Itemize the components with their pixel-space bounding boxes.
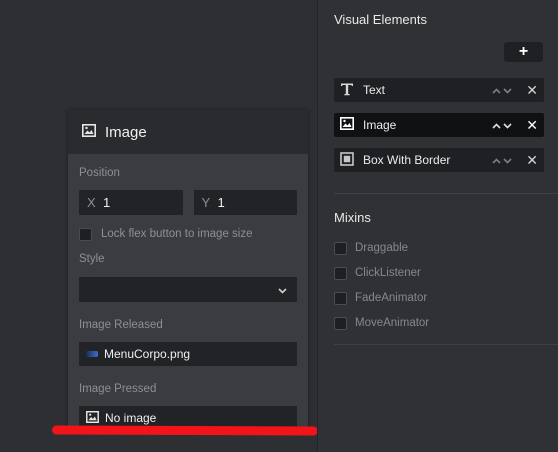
mixin-label: MoveAnimator	[355, 317, 430, 329]
move-down-icon[interactable]	[503, 118, 512, 132]
y-axis-label: Y	[201, 195, 211, 210]
image-icon	[82, 124, 96, 140]
move-up-icon[interactable]	[492, 118, 501, 132]
panel-header: Image	[68, 110, 308, 154]
lock-flex-label: Lock flex button to image size	[101, 228, 253, 240]
lock-flex-option[interactable]: Lock flex button to image size	[79, 226, 297, 242]
panel-title: Image	[105, 123, 147, 141]
element-label: Box With Border	[363, 153, 451, 167]
mixin-clicklistener[interactable]: ClickListener	[334, 265, 421, 281]
x-axis-label: X	[87, 195, 96, 210]
mixin-label: ClickListener	[355, 267, 421, 279]
mixins-title: Mixins	[334, 210, 371, 225]
x-position-input[interactable]: X 1	[79, 190, 183, 215]
element-row-box-with-border[interactable]: Box With Border ✕	[334, 148, 544, 172]
element-row-text[interactable]: Text ✕	[334, 78, 544, 102]
right-sidebar: Visual Elements + Text ✕ Image ✕ Box Wit…	[317, 0, 558, 452]
move-down-icon[interactable]	[503, 153, 512, 167]
image-pressed-label: Image Pressed	[79, 383, 157, 395]
close-icon[interactable]: ✕	[526, 118, 538, 132]
image-properties-panel: Image Position X 1 Y 1 Lock flex button …	[68, 110, 308, 430]
mixin-label: Draggable	[355, 242, 409, 254]
section-divider	[334, 344, 558, 345]
image-released-filename: MenuCorpo.png	[104, 347, 191, 361]
text-icon	[340, 82, 354, 99]
annotation-red-underline	[51, 425, 319, 436]
lock-flex-checkbox[interactable]	[79, 227, 92, 241]
image-released-label: Image Released	[79, 319, 163, 331]
image-pressed-value: No image	[105, 411, 157, 425]
chevron-down-icon	[278, 283, 287, 297]
y-value: 1	[217, 195, 225, 210]
mixin-checkbox[interactable]	[334, 316, 347, 330]
close-icon[interactable]: ✕	[526, 83, 538, 97]
style-select[interactable]	[79, 277, 297, 302]
style-label: Style	[79, 253, 105, 265]
close-icon[interactable]: ✕	[526, 153, 538, 167]
image-thumbnail-icon	[86, 351, 98, 357]
mixin-fadeanimator[interactable]: FadeAnimator	[334, 290, 427, 306]
x-value: 1	[103, 195, 111, 210]
element-label: Image	[363, 118, 397, 132]
mixin-draggable[interactable]: Draggable	[334, 240, 408, 256]
mixin-moveanimator[interactable]: MoveAnimator	[334, 315, 429, 331]
visual-elements-title: Visual Elements	[334, 12, 427, 27]
mixin-checkbox[interactable]	[334, 291, 347, 305]
move-up-icon[interactable]	[492, 153, 501, 167]
move-down-icon[interactable]	[503, 83, 512, 97]
box-with-border-icon	[340, 151, 354, 169]
mixin-checkbox[interactable]	[334, 241, 347, 255]
image-icon	[86, 410, 99, 426]
section-divider	[334, 193, 558, 194]
move-up-icon[interactable]	[492, 83, 501, 97]
y-position-input[interactable]: Y 1	[193, 190, 297, 215]
element-row-image[interactable]: Image ✕	[334, 113, 544, 137]
mixin-checkbox[interactable]	[334, 266, 347, 280]
element-label: Text	[363, 83, 386, 97]
position-label: Position	[79, 167, 120, 179]
mixin-label: FadeAnimator	[355, 292, 428, 304]
add-element-button[interactable]: +	[504, 42, 543, 62]
image-icon	[340, 117, 354, 133]
image-released-field[interactable]: MenuCorpo.png	[79, 342, 297, 366]
